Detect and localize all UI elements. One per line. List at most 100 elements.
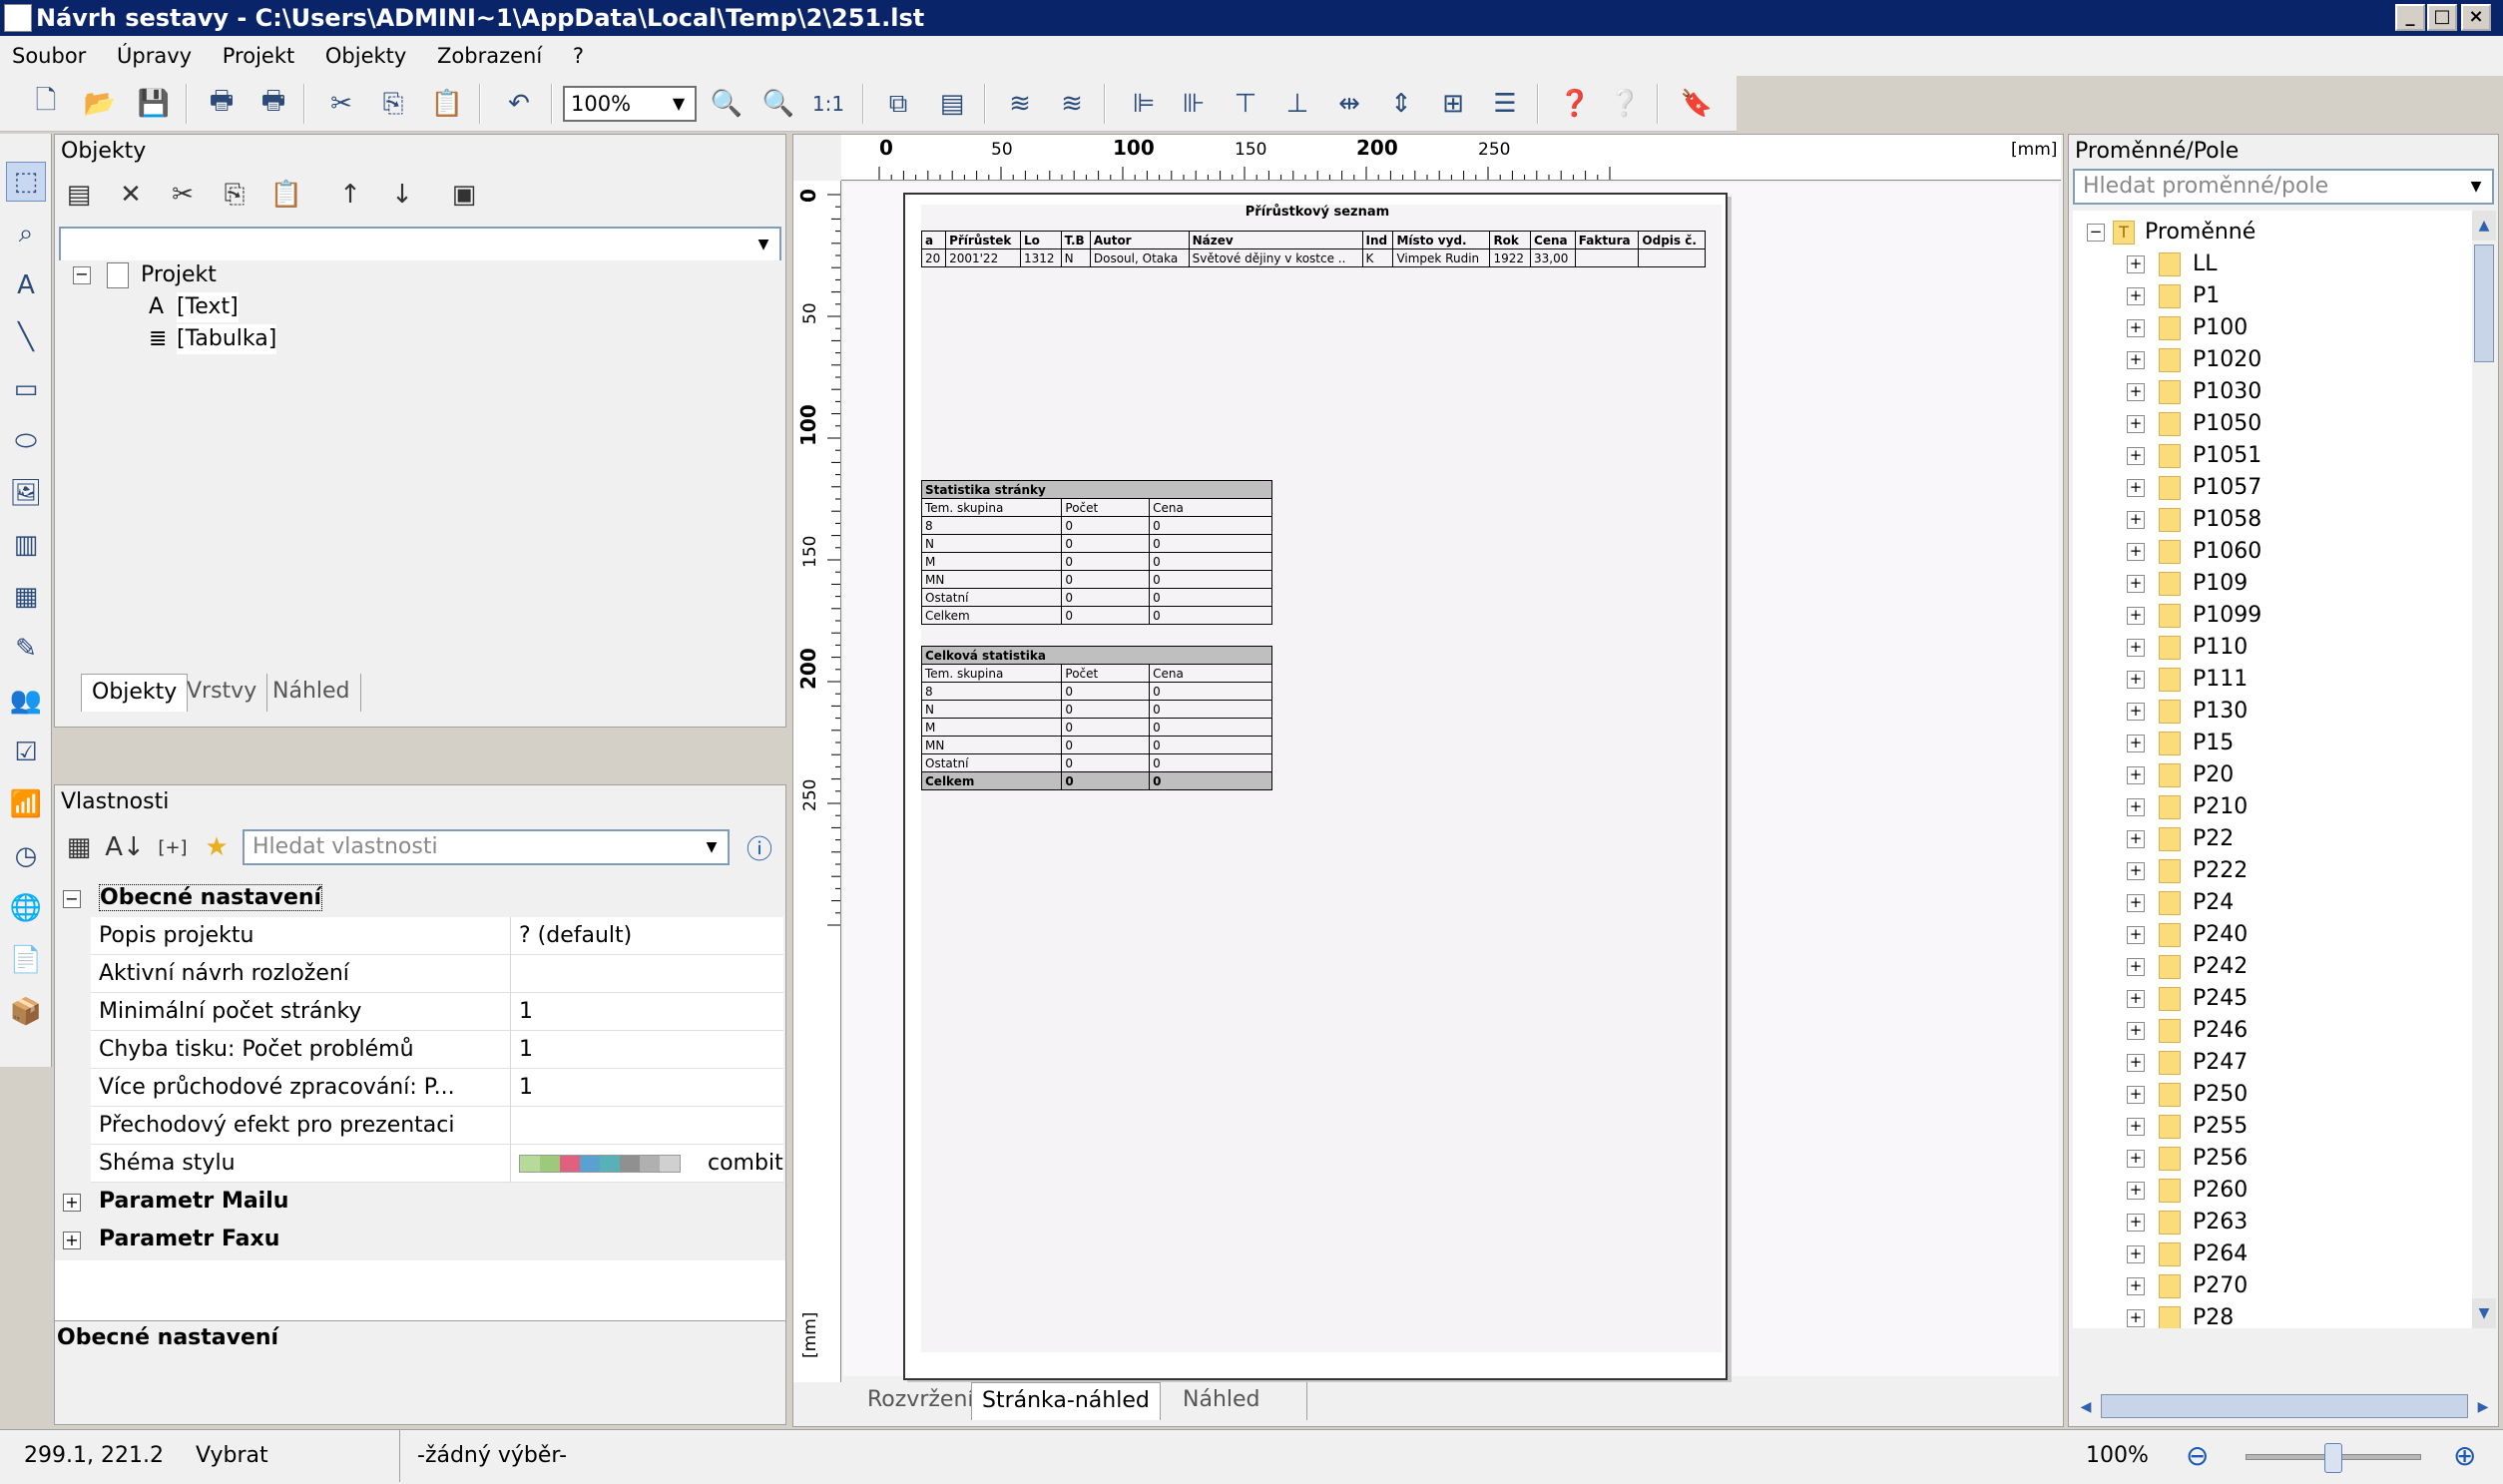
expand-icon[interactable]: + bbox=[2127, 766, 2145, 784]
layout-icon[interactable]: ▤ bbox=[932, 84, 972, 124]
expand-icon[interactable]: + bbox=[2127, 1150, 2145, 1168]
scrollbar-thumb[interactable] bbox=[2474, 245, 2494, 362]
report-page[interactable]: Přírůstkový seznam a Přírůstek Lo T.B Autor N… bbox=[903, 193, 1728, 1380]
checkbox-tool-icon[interactable]: ☑ bbox=[6, 733, 46, 772]
expand-icon[interactable]: + bbox=[2127, 862, 2145, 880]
zoom-in-icon[interactable]: ⊕ bbox=[2453, 1430, 2476, 1482]
expand-icon[interactable]: + bbox=[2127, 894, 2145, 912]
expand-icon[interactable]: + bbox=[2127, 639, 2145, 657]
variable-item[interactable]: + P1 bbox=[2073, 280, 2472, 312]
zoom-out-icon[interactable]: 🔍 bbox=[758, 84, 798, 124]
barcode-tool-icon[interactable]: ▥ bbox=[6, 525, 46, 565]
report-main-table[interactable]: a Přírůstek Lo T.B Autor Název Ind Místo vyd. Ro… bbox=[920, 231, 1706, 267]
context-help-icon[interactable]: ❔ bbox=[1605, 84, 1645, 124]
tree-project[interactable]: Projekt bbox=[141, 260, 217, 290]
cut-icon[interactable]: ✂ bbox=[163, 175, 203, 215]
ole-tool-icon[interactable]: 📦 bbox=[6, 992, 46, 1032]
variable-item[interactable]: + P1099 bbox=[2073, 600, 2472, 632]
expand-icon[interactable]: + bbox=[2127, 1309, 2145, 1327]
center-horizontal-icon[interactable]: ⇹ bbox=[1329, 84, 1369, 124]
scroll-left-icon[interactable]: ◀ bbox=[2073, 1394, 2099, 1420]
variable-item[interactable]: + P1030 bbox=[2073, 376, 2472, 408]
line-tool-icon[interactable]: ╲ bbox=[6, 317, 46, 357]
variable-item[interactable]: + P111 bbox=[2073, 664, 2472, 696]
delete-icon[interactable]: ✕ bbox=[111, 175, 151, 215]
expand-icon[interactable]: + bbox=[2127, 607, 2145, 625]
expand-icon[interactable]: + bbox=[2127, 1182, 2145, 1200]
property-search-input[interactable]: Hledat vlastnosti ▼ bbox=[243, 829, 730, 865]
zoom-slider-thumb[interactable] bbox=[2324, 1443, 2342, 1473]
property-value[interactable] bbox=[510, 955, 783, 993]
tab-objekty[interactable]: Objekty bbox=[81, 674, 189, 712]
variable-item[interactable]: + P15 bbox=[2073, 728, 2472, 759]
table-tool-icon[interactable]: ▦ bbox=[6, 577, 46, 617]
expand-icon[interactable]: + bbox=[2127, 351, 2145, 369]
property-row[interactable]: Minimální počet stránky 1 bbox=[91, 993, 783, 1031]
expand-icon[interactable]: + bbox=[2127, 1245, 2145, 1263]
variable-item[interactable]: + P100 bbox=[2073, 312, 2472, 344]
expand-icon[interactable]: + bbox=[2127, 1086, 2145, 1104]
help-icon[interactable]: ❓ bbox=[1555, 84, 1595, 124]
expand-icon[interactable]: + bbox=[2127, 479, 2145, 497]
expand-icon[interactable]: + bbox=[2127, 926, 2145, 944]
expand-icon[interactable]: + bbox=[2127, 1214, 2145, 1232]
variable-item[interactable]: + P255 bbox=[2073, 1111, 2472, 1143]
menu-projekt[interactable]: Projekt bbox=[211, 36, 306, 76]
property-value[interactable]: 1 bbox=[510, 1031, 783, 1069]
variable-item[interactable]: + P246 bbox=[2073, 1015, 2472, 1047]
variable-item[interactable]: + P263 bbox=[2073, 1207, 2472, 1238]
expand-icon[interactable]: + bbox=[2127, 958, 2145, 976]
expand-icon[interactable]: + bbox=[2127, 1054, 2145, 1072]
object-list-icon[interactable]: ▣ bbox=[444, 175, 484, 215]
select-tool-icon[interactable]: ⬚ bbox=[6, 162, 46, 202]
scroll-down-icon[interactable]: ▼ bbox=[2472, 1298, 2496, 1328]
categorized-icon[interactable]: ▦ bbox=[59, 827, 99, 867]
variable-item[interactable]: + P24 bbox=[2073, 887, 2472, 919]
gauge-tool-icon[interactable]: ◷ bbox=[6, 836, 46, 876]
zoom-combo[interactable]: 100% ▼ bbox=[563, 86, 697, 122]
expand-icon[interactable]: + bbox=[2127, 575, 2145, 593]
paste-icon[interactable]: 📋 bbox=[266, 175, 306, 215]
group-mail[interactable]: + Parametr Mailu bbox=[63, 1183, 288, 1221]
variable-item[interactable]: + P1057 bbox=[2073, 472, 2472, 504]
expand-icon[interactable]: + bbox=[2127, 415, 2145, 433]
move-up-icon[interactable]: ↑ bbox=[330, 175, 370, 215]
bring-front-icon[interactable]: ≋ bbox=[1000, 84, 1040, 124]
zoom-slider[interactable] bbox=[2246, 1443, 2421, 1473]
paste-icon[interactable]: 📋 bbox=[427, 84, 467, 124]
maximize-button[interactable]: □ bbox=[2427, 4, 2457, 31]
align-right-icon[interactable]: ⊪ bbox=[1174, 84, 1214, 124]
expand-icon[interactable]: + bbox=[2127, 1022, 2145, 1040]
minimize-button[interactable]: _ bbox=[2395, 4, 2425, 31]
tree-table-object[interactable]: [Tabulka] bbox=[177, 324, 277, 354]
variable-item[interactable]: + P245 bbox=[2073, 983, 2472, 1015]
variable-item[interactable]: + P256 bbox=[2073, 1143, 2472, 1175]
property-row[interactable]: Více průchodové zpracování: P... 1 bbox=[91, 1069, 783, 1107]
variable-item[interactable]: + P242 bbox=[2073, 951, 2472, 983]
crosstab-tool-icon[interactable]: 👥 bbox=[6, 681, 46, 721]
menu-help[interactable]: ? bbox=[561, 36, 596, 76]
expand-icon[interactable]: + bbox=[2127, 287, 2145, 305]
variable-item[interactable]: + P1051 bbox=[2073, 440, 2472, 472]
property-value[interactable]: 1 bbox=[510, 993, 783, 1031]
variable-item[interactable]: + LL bbox=[2073, 248, 2472, 280]
same-height-icon[interactable]: ☰ bbox=[1485, 84, 1525, 124]
html-tool-icon[interactable]: 🌐 bbox=[6, 888, 46, 928]
expand-icon[interactable]: + bbox=[2127, 830, 2145, 848]
h-scrollbar-thumb[interactable] bbox=[2101, 1394, 2468, 1418]
copy-icon[interactable]: ⎘ bbox=[373, 84, 413, 124]
variable-item[interactable]: + P264 bbox=[2073, 1238, 2472, 1270]
info-icon[interactable]: ⓘ bbox=[740, 827, 779, 867]
property-value[interactable] bbox=[510, 1107, 783, 1145]
tree-text-object[interactable]: [Text] bbox=[177, 292, 239, 322]
variable-item[interactable]: + P28 bbox=[2073, 1302, 2472, 1328]
tab-nahled[interactable]: Náhled bbox=[262, 674, 361, 712]
variable-item[interactable]: + P222 bbox=[2073, 855, 2472, 887]
zoom-100-icon[interactable]: 1:1 bbox=[808, 84, 848, 124]
close-button[interactable]: × bbox=[2461, 4, 2491, 31]
variable-item[interactable]: + P247 bbox=[2073, 1047, 2472, 1079]
print-preview-icon[interactable]: 🖶 bbox=[253, 84, 293, 124]
align-top-icon[interactable]: ⊤ bbox=[1226, 84, 1265, 124]
pdf-tool-icon[interactable]: 📄 bbox=[6, 940, 46, 980]
move-down-icon[interactable]: ↓ bbox=[382, 175, 422, 215]
